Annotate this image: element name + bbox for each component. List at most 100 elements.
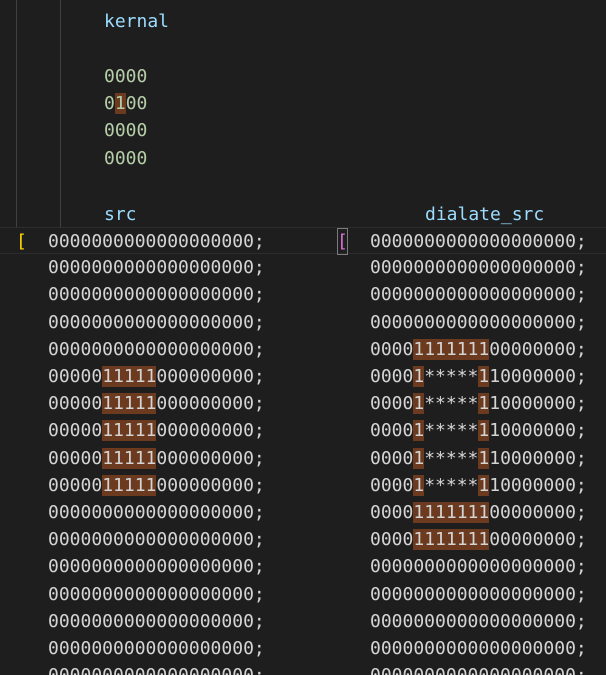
grid-row: 0000000000000000000; 0000000000000000000; xyxy=(0,281,606,308)
cells: 0000000000000000000; xyxy=(48,529,265,551)
highlighted-cells: 1 xyxy=(478,474,490,496)
src-row-text: 0000000000000000000; xyxy=(48,281,265,308)
highlighted-cells: 1 xyxy=(413,474,425,496)
src-row-text: 0000011111000000000; xyxy=(48,445,265,472)
bracket-left: [ xyxy=(16,231,27,252)
dialate-src-row-text: 0000000000000000000; xyxy=(370,281,587,308)
cells: 0 xyxy=(104,93,115,115)
cells: 00000 xyxy=(48,366,103,387)
code-editor[interactable]: kernal 0000 0100 0000 0000 src dialate_src … xyxy=(0,0,606,675)
cells: 0000 xyxy=(370,447,414,469)
src-row-text: 0000000000000000000; xyxy=(48,635,265,662)
dialate-src-row-text: 00001*****110000000; xyxy=(370,417,587,444)
grid-row: 0000011111000000000; 00001*****110000000; xyxy=(0,445,606,472)
highlighted-cells: 1111111 xyxy=(413,338,490,360)
grid-row: 0000000000000000000; 0000111111100000000; xyxy=(0,499,606,526)
highlighted-cells: 1111111 xyxy=(413,502,490,523)
cells: 0000000000000000000; xyxy=(370,610,587,632)
cells: ***** xyxy=(424,447,479,469)
highlighted-cells: 1111111 xyxy=(413,529,490,551)
dialate-src-row-text: 0000000000000000000; xyxy=(370,228,587,255)
kernel-row: 0000 xyxy=(0,145,606,172)
cells: 0000000000000000000; xyxy=(370,665,587,675)
cells: 0000000000000000000; xyxy=(48,610,265,632)
dialate-src-row-text: 0000000000000000000; xyxy=(370,309,587,336)
cells: 0000000000000000000; xyxy=(48,638,265,659)
grid-row: 0000000000000000000; 0000000000000000000; xyxy=(0,553,606,580)
cells: 10000000; xyxy=(489,474,587,496)
cells: 000000000; xyxy=(156,420,265,442)
src-row-text: 0000000000000000000; xyxy=(48,608,265,635)
grid-row: [ [0000000000000000000; 000000000000000000… xyxy=(0,227,606,256)
dialate-src-row-text: 0000000000000000000; xyxy=(370,581,587,608)
kernel-row: 0100 xyxy=(0,90,606,117)
cells: 0000 xyxy=(370,393,414,415)
cells: 0000000000000000000; xyxy=(48,665,265,675)
kernel-row-text: 0000 xyxy=(104,145,147,172)
cells: 0000000000000000000; xyxy=(48,284,265,306)
kernel-row-text: 0100 xyxy=(104,90,147,117)
src-row-text: 0000011111000000000; xyxy=(48,363,265,390)
cells: 00000000; xyxy=(489,502,587,523)
src-row-text: 0000000000000000000; xyxy=(48,553,265,580)
cells: 0000 xyxy=(370,420,414,442)
cells: 00000000; xyxy=(489,338,587,360)
cells: 0000000000000000000; xyxy=(48,556,265,578)
src-row-text: 0000000000000000000; xyxy=(48,499,265,526)
cells: 0000000000000000000; xyxy=(370,638,587,659)
grid-row: 0000000000000000000; 0000000000000000000; xyxy=(0,309,606,336)
grid-row: 0000000000000000000; 0000111111100000000; xyxy=(0,526,606,553)
cells: 0000000000000000000; xyxy=(370,311,587,333)
cells: 00 xyxy=(125,93,148,115)
cells: 0000 xyxy=(104,66,148,87)
cells: 10000000; xyxy=(489,420,587,442)
cells: 0000 xyxy=(370,529,414,551)
src-row-text: 0000000000000000000; xyxy=(48,228,265,255)
cells: 10000000; xyxy=(489,366,587,387)
kernel-row-text: 0000 xyxy=(104,117,147,144)
cells: 0000000000000000000; xyxy=(48,231,265,252)
cells: 0000 xyxy=(370,366,414,387)
src-label: src xyxy=(104,204,137,225)
cells: 0000000000000000000; xyxy=(370,556,587,578)
cells: 0000 xyxy=(370,474,414,496)
highlighted-cells: 1 xyxy=(413,420,425,442)
src-row-text: 0000011111000000000; xyxy=(48,417,265,444)
cells: 0000 xyxy=(370,338,414,360)
cells: 0000000000000000000; xyxy=(48,311,265,333)
src-row-text: 0000000000000000000; xyxy=(48,254,265,281)
src-row-text: 0000011111000000000; xyxy=(48,472,265,499)
dialate-src-row-text: 00001*****110000000; xyxy=(370,472,587,499)
cells: ***** xyxy=(424,474,479,496)
cells: 000000000; xyxy=(156,474,265,496)
highlighted-cells: 1 xyxy=(478,447,490,469)
highlighted-cells: 1 xyxy=(413,393,425,415)
dialate-src-row-text: 0000111111100000000; xyxy=(370,336,587,363)
cells: 0000000000000000000; xyxy=(370,583,587,605)
dialate-src-row-text: 0000111111100000000; xyxy=(370,526,587,553)
kernel-row-text: 0000 xyxy=(104,63,147,90)
cells: ***** xyxy=(424,420,479,442)
grid-row: 0000000000000000000; 0000111111100000000; xyxy=(0,336,606,363)
highlighted-cells: 1 xyxy=(413,366,425,387)
cells: 0000000000000000000; xyxy=(48,502,265,523)
cells: 0000000000000000000; xyxy=(48,583,265,605)
cells: 00000 xyxy=(48,393,103,415)
grid-row: 0000011111000000000; 00001*****110000000; xyxy=(0,417,606,444)
bracket-right: [ xyxy=(337,228,348,256)
kernel-row: 0000 xyxy=(0,117,606,144)
dialate-src-label: dialate_src xyxy=(425,204,545,225)
src-row-text: 0000000000000000000; xyxy=(48,309,265,336)
cells: 00000 xyxy=(48,447,103,469)
cells: 0000 xyxy=(104,147,148,169)
headers-line: src dialate_src xyxy=(0,201,606,228)
kernel-row: 0000 xyxy=(0,63,606,90)
dialate-src-row-text: 0000000000000000000; xyxy=(370,608,587,635)
highlighted-cells: 11111 xyxy=(102,393,157,415)
dialate-src-row-text: 0000000000000000000; xyxy=(370,254,587,281)
src-row-text: 0000011111000000000; xyxy=(48,390,265,417)
highlighted-cells: 11111 xyxy=(102,474,157,496)
dialate-src-row-text: 0000111111100000000; xyxy=(370,499,587,526)
dialate-src-row-text: 0000000000000000000; xyxy=(370,553,587,580)
cells: 00000 xyxy=(48,420,103,442)
